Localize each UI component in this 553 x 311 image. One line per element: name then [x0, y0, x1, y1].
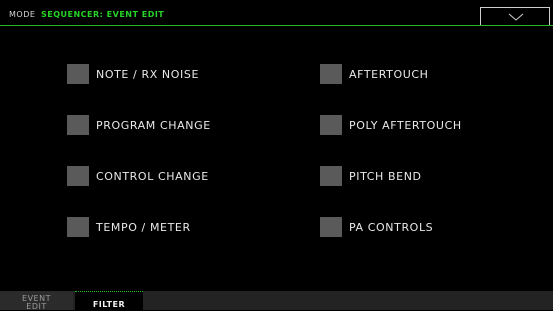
filter-label: CONTROL CHANGE: [96, 170, 209, 183]
header-bar: MODE SEQUENCER: EVENT EDIT: [0, 0, 553, 26]
checkbox[interactable]: [320, 64, 342, 84]
tab-event-edit[interactable]: EVENT EDIT: [0, 291, 73, 311]
filter-label: PITCH BEND: [349, 170, 422, 183]
tab-filter[interactable]: FILTER: [75, 291, 143, 310]
filter-label: POLY AFTERTOUCH: [349, 119, 462, 132]
filter-label: PROGRAM CHANGE: [96, 119, 211, 132]
filter-label: AFTERTOUCH: [349, 68, 429, 81]
filter-label: TEMPO / METER: [96, 221, 191, 234]
filter-panel: NOTE / RX NOISE PROGRAM CHANGE CONTROL C…: [0, 26, 553, 291]
checkbox[interactable]: [320, 115, 342, 135]
checkbox[interactable]: [67, 115, 89, 135]
filter-label: PA CONTROLS: [349, 221, 434, 234]
tab-bar: EVENT EDIT FILTER: [0, 291, 553, 311]
filter-label: NOTE / RX NOISE: [96, 68, 199, 81]
checkbox[interactable]: [67, 166, 89, 186]
checkbox[interactable]: [320, 217, 342, 237]
checkbox[interactable]: [320, 166, 342, 186]
checkbox[interactable]: [67, 64, 89, 84]
page-menu-button[interactable]: [480, 7, 550, 25]
chevron-down-icon: [508, 13, 524, 21]
checkbox[interactable]: [67, 217, 89, 237]
tab-label: FILTER: [92, 300, 126, 309]
page-title: SEQUENCER: EVENT EDIT: [41, 10, 165, 19]
mode-label: MODE: [9, 10, 36, 19]
